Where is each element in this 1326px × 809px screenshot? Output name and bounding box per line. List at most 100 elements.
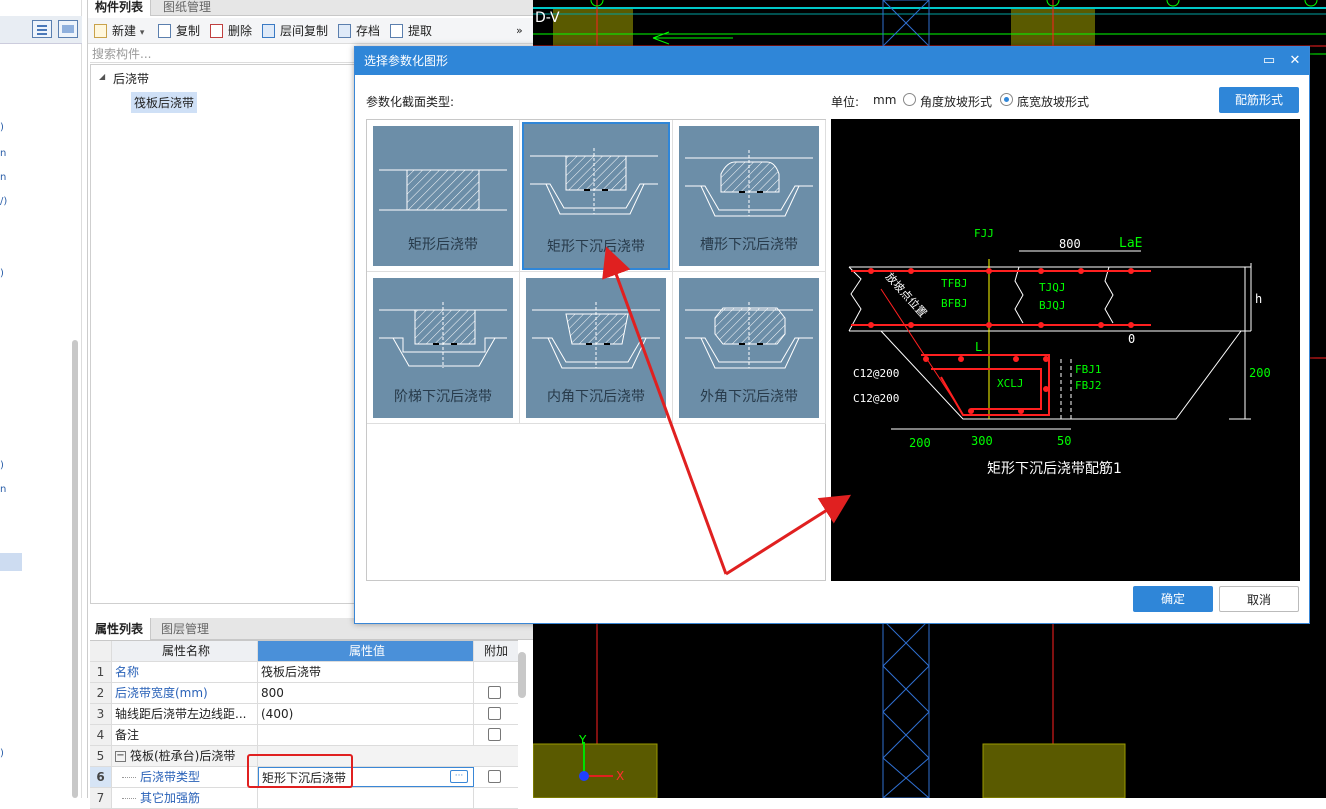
delete-button[interactable]: 删除 <box>210 22 252 40</box>
new-dropdown-icon[interactable]: ▾ <box>140 28 145 38</box>
close-icon[interactable]: ✕ <box>1283 47 1307 75</box>
shape-option-outer[interactable]: 外角下沉后浇带 <box>673 272 826 424</box>
attribute-name: 轴线距后浇带左边线距... <box>112 704 258 724</box>
label-zero: 0 <box>1128 332 1135 346</box>
left-navigation-strip: ) n n /) ) ) n ) <box>0 0 82 798</box>
extra-checkbox[interactable] <box>488 686 501 699</box>
strip-mark: n <box>0 484 7 495</box>
radio-angle-slope-label[interactable]: 角度放坡形式 <box>920 93 992 110</box>
toolbar-more-button[interactable]: » <box>516 22 523 40</box>
header-value: 属性值 <box>258 641 474 661</box>
grid-view-button[interactable] <box>58 20 78 38</box>
highlight-box <box>247 754 353 788</box>
layer-copy-icon <box>262 24 275 38</box>
strip-mark: ) <box>0 460 4 471</box>
row-number: 7 <box>90 788 112 808</box>
label-tfbj: TFBJ <box>941 277 968 290</box>
shape-option-rect[interactable]: 矩形后浇带 <box>367 120 520 272</box>
save-button[interactable]: 存档 <box>338 22 380 40</box>
label-fbj2: FBJ2 <box>1075 379 1102 392</box>
copy-button[interactable]: 复制 <box>158 22 200 40</box>
attribute-name: 备注 <box>112 725 258 745</box>
copy-icon <box>158 24 171 38</box>
label-fjj: FJJ <box>974 227 994 240</box>
attribute-row[interactable]: 1 名称 筏板后浇带 <box>90 662 518 683</box>
attribute-scrollbar[interactable] <box>518 652 526 698</box>
attribute-name-text: 后浇带类型 <box>140 770 201 784</box>
label-50: 50 <box>1057 434 1071 448</box>
extra-checkbox[interactable] <box>488 770 501 783</box>
attribute-value[interactable] <box>258 788 474 808</box>
attribute-extra <box>474 662 518 682</box>
shape-label: 矩形后浇带 <box>408 237 478 253</box>
shape-option-inner[interactable]: 内角下沉后浇带 <box>520 272 673 424</box>
shape-label: 外角下沉后浇带 <box>700 389 798 405</box>
copy-label: 复制 <box>176 24 201 38</box>
attribute-name: 名称 <box>112 662 258 682</box>
ok-button[interactable]: 确定 <box>1133 586 1213 612</box>
label-c12-a: C12@200 <box>853 367 899 380</box>
tree-root-node[interactable]: 后浇带 <box>113 70 149 87</box>
extra-checkbox[interactable] <box>488 707 501 720</box>
tree-child-node[interactable]: 筏板后浇带 <box>131 92 198 113</box>
maximize-icon[interactable]: ▭ <box>1257 47 1281 75</box>
radio-angle-slope[interactable] <box>903 93 916 106</box>
radio-width-slope[interactable] <box>1000 93 1013 106</box>
rebar-form-button[interactable]: 配筋形式 <box>1219 87 1299 113</box>
row-number: 6 <box>90 767 112 787</box>
tree-connector <box>122 777 136 778</box>
preview-caption: 矩形下沉后浇带配筋1 <box>987 460 1122 477</box>
tab-layer-management[interactable]: 图层管理 <box>154 618 216 640</box>
label-800: 800 <box>1059 237 1081 251</box>
shape-option-trough[interactable]: 槽形下沉后浇带 <box>673 120 826 272</box>
attribute-extra <box>474 746 518 766</box>
group-name: 筏板(桩承台)后浇带 <box>130 749 236 763</box>
header-extra: 附加 <box>474 641 518 661</box>
tab-attribute-list[interactable]: 属性列表 <box>88 618 152 640</box>
tab-component-list[interactable]: 构件列表 <box>88 0 152 16</box>
attribute-row[interactable]: 3 轴线距后浇带左边线距... (400) <box>90 704 518 725</box>
shape-label: 阶梯下沉后浇带 <box>394 389 492 405</box>
shape-label: 槽形下沉后浇带 <box>700 237 798 253</box>
shape-option-step[interactable]: 阶梯下沉后浇带 <box>367 272 520 424</box>
group-collapse-icon[interactable]: − <box>115 751 126 762</box>
left-strip-toolbar <box>0 16 82 44</box>
attribute-value[interactable] <box>258 725 474 745</box>
new-button[interactable]: 新建 ▾ <box>94 22 144 40</box>
attribute-row[interactable]: 7 其它加强筋 <box>90 788 518 809</box>
tree-collapse-icon[interactable]: ◢ <box>99 72 105 81</box>
extract-button[interactable]: 提取 <box>390 22 432 40</box>
attribute-name-text: 后浇带宽度(mm) <box>115 686 208 700</box>
row-number: 4 <box>90 725 112 745</box>
tree-connector <box>122 798 136 799</box>
strip-mark: ) <box>0 748 4 759</box>
label-h: h <box>1255 292 1262 306</box>
attribute-name-text: 其它加强筋 <box>140 791 201 805</box>
shape-thumbnail: 内角下沉后浇带 <box>526 278 666 418</box>
radio-width-slope-label[interactable]: 底宽放坡形式 <box>1017 93 1089 110</box>
axis-x-label: X <box>616 769 624 783</box>
attribute-extra <box>474 704 518 724</box>
ellipsis-button[interactable]: ··· <box>450 770 468 783</box>
attribute-value[interactable]: 800 <box>258 683 474 703</box>
select-parametric-shape-dialog: 选择参数化图形 ▭ ✕ 参数化截面类型: 单位: mm 角度放坡形式 底宽放坡形… <box>354 46 1310 624</box>
component-tabs: 构件列表 图纸管理 <box>88 0 533 16</box>
attribute-value[interactable]: 筏板后浇带 <box>258 662 474 682</box>
label-lae: LaE <box>1119 236 1142 251</box>
attribute-row[interactable]: 2 后浇带宽度(mm) 800 <box>90 683 518 704</box>
shape-option-sink-rect[interactable]: 矩形下沉后浇带 <box>520 120 673 272</box>
component-toolbar: 新建 ▾ 复制 删除 层间复制 存档 提取 » <box>88 18 533 44</box>
list-view-button[interactable] <box>32 20 52 38</box>
layer-copy-button[interactable]: 层间复制 <box>262 22 328 40</box>
rebar-preview: FJJ 800 LaE TFBJ TJQJ BFBJ BJQJ h 0 L FB… <box>831 119 1300 581</box>
attribute-row[interactable]: 4 备注 <box>90 725 518 746</box>
cancel-button[interactable]: 取消 <box>1219 586 1299 612</box>
strip-mark: ) <box>0 268 4 279</box>
axis-y-label: Y <box>578 733 587 747</box>
shape-thumbnail: 阶梯下沉后浇带 <box>373 278 513 418</box>
selected-strip-item[interactable] <box>0 553 22 571</box>
attribute-value[interactable]: (400) <box>258 704 474 724</box>
left-scrollbar[interactable] <box>72 340 78 798</box>
tab-drawing-management[interactable]: 图纸管理 <box>156 0 218 16</box>
extra-checkbox[interactable] <box>488 728 501 741</box>
